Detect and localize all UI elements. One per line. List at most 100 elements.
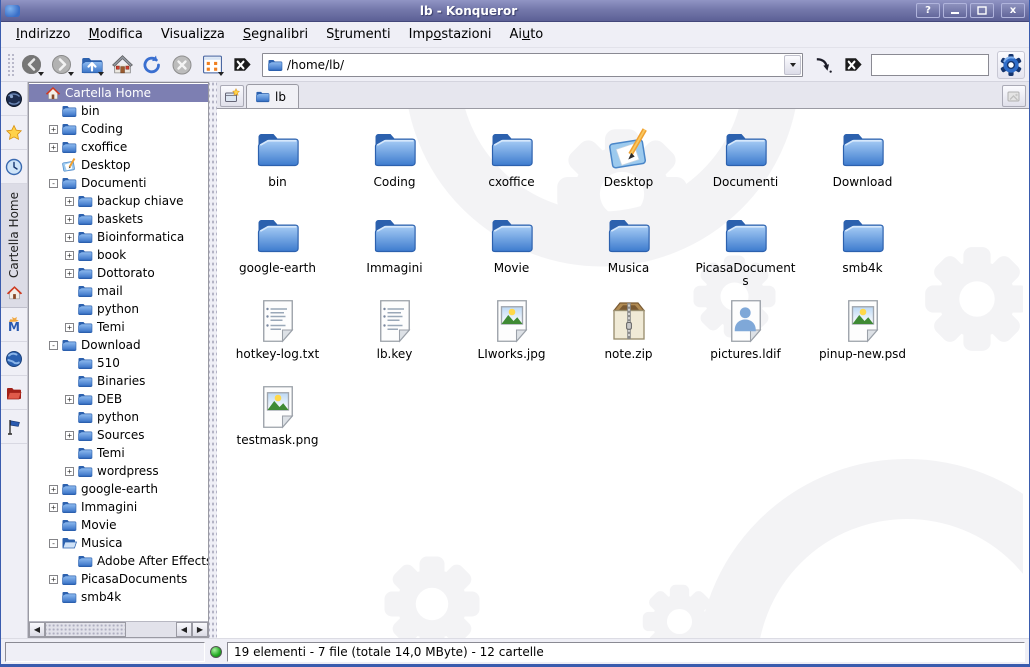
tree-expander[interactable]: + <box>65 251 74 260</box>
back-button[interactable] <box>18 51 46 79</box>
help-button[interactable]: ? <box>916 3 940 18</box>
file-item-note-zip[interactable]: note.zip <box>570 293 687 379</box>
scrollbar-track[interactable] <box>45 622 176 637</box>
tree-expander[interactable]: + <box>65 215 74 224</box>
file-item-coding[interactable]: Coding <box>336 121 453 207</box>
file-item-hotkey-log-txt[interactable]: hotkey-log.txt <box>219 293 336 379</box>
tree-expander[interactable]: + <box>65 467 74 476</box>
tree-expander[interactable]: + <box>49 143 58 152</box>
sidebar-tab-services[interactable] <box>1 410 27 444</box>
scroll-right-button[interactable]: ▶ <box>192 622 208 637</box>
clear-location-button[interactable] <box>228 51 256 79</box>
tree-expander[interactable]: + <box>65 197 74 206</box>
tree-expander[interactable]: - <box>49 539 58 548</box>
clear-search-button[interactable] <box>839 51 867 79</box>
tree-item-documenti[interactable]: -Documenti <box>29 174 208 192</box>
tree-expander[interactable]: + <box>65 395 74 404</box>
tree-expander[interactable]: - <box>49 179 58 188</box>
file-item-immagini[interactable]: Immagini <box>336 207 453 293</box>
search-input[interactable] <box>871 54 989 76</box>
menu-aiuto[interactable]: Aiuto <box>500 23 552 46</box>
tree-item-temi[interactable]: Temi <box>29 444 208 462</box>
file-item-pictures-ldif[interactable]: pictures.ldif <box>687 293 804 379</box>
tree-item-cxoffice[interactable]: +cxoffice <box>29 138 208 156</box>
tree-item-coding[interactable]: +Coding <box>29 120 208 138</box>
close-button[interactable]: x <box>1001 3 1025 18</box>
minimize-button[interactable] <box>943 3 967 18</box>
file-item-testmask-png[interactable]: testmask.png <box>219 379 336 465</box>
tree-item-desktop[interactable]: Desktop <box>29 156 208 174</box>
tree-item-temi[interactable]: +Temi <box>29 318 208 336</box>
maximize-button[interactable] <box>970 3 994 18</box>
tree-item-510[interactable]: 510 <box>29 354 208 372</box>
scroll-left-button[interactable]: ◀ <box>29 622 45 637</box>
tree-expander[interactable]: + <box>49 485 58 494</box>
scrollbar-grip[interactable] <box>45 622 126 637</box>
tree-item-backup-chiave[interactable]: +backup chiave <box>29 192 208 210</box>
tree-expander[interactable]: - <box>49 341 58 350</box>
sidebar-tab-metabar[interactable] <box>1 308 27 342</box>
file-item-google-earth[interactable]: google-earth <box>219 207 336 293</box>
sidebar-tab-web[interactable] <box>1 82 27 116</box>
tree-expander[interactable]: + <box>65 269 74 278</box>
forward-button[interactable] <box>48 51 76 79</box>
close-tab-button[interactable] <box>1002 85 1026 107</box>
menu-segnalibri[interactable]: Segnalibri <box>234 23 317 46</box>
file-item-download[interactable]: Download <box>804 121 921 207</box>
file-item-liworks-jpg[interactable]: LIworks.jpg <box>453 293 570 379</box>
tree-item-sources[interactable]: +Sources <box>29 426 208 444</box>
tree-item-picasadocuments[interactable]: +PicasaDocuments <box>29 570 208 588</box>
go-button[interactable] <box>809 51 837 79</box>
reload-button[interactable] <box>138 51 166 79</box>
file-item-smb4k[interactable]: smb4k <box>804 207 921 293</box>
location-dropdown-button[interactable] <box>784 55 801 75</box>
sidebar-tab-bookmarks[interactable] <box>1 116 27 150</box>
file-item-documenti[interactable]: Documenti <box>687 121 804 207</box>
tree-item-musica[interactable]: -Musica <box>29 534 208 552</box>
file-item-pinup-new-psd[interactable]: pinup-new.psd <box>804 293 921 379</box>
up-button[interactable] <box>78 51 106 79</box>
toolbar-handle[interactable] <box>7 53 14 77</box>
file-item-bin[interactable]: bin <box>219 121 336 207</box>
file-item-lb-key[interactable]: lb.key <box>336 293 453 379</box>
sidebar-tab-root[interactable] <box>1 376 27 410</box>
tree-item-google-earth[interactable]: +google-earth <box>29 480 208 498</box>
tree-expander[interactable]: + <box>65 323 74 332</box>
tree-item-book[interactable]: +book <box>29 246 208 264</box>
tree-item-cartella-home[interactable]: Cartella Home <box>29 84 208 102</box>
scroll-left-button-2[interactable]: ◀ <box>176 622 192 637</box>
menu-visualizza[interactable]: Visualizza <box>152 23 234 46</box>
sidebar-tab-home-active[interactable]: Cartella Home <box>1 184 27 308</box>
tab-lb[interactable]: lb <box>246 84 299 108</box>
panel-splitter[interactable] <box>209 82 217 638</box>
view-mode-button[interactable] <box>198 51 226 79</box>
sidebar-tab-network[interactable] <box>1 342 27 376</box>
tree-item-python[interactable]: python <box>29 408 208 426</box>
tree-item-bioinformatica[interactable]: +Bioinformatica <box>29 228 208 246</box>
menu-modifica[interactable]: Modifica <box>80 23 152 46</box>
file-item-picasadocuments[interactable]: PicasaDocuments <box>687 207 804 293</box>
file-item-desktop[interactable]: Desktop <box>570 121 687 207</box>
stop-button[interactable] <box>168 51 196 79</box>
new-tab-button[interactable] <box>220 85 244 107</box>
title-bar[interactable]: lb - Konqueror ? x <box>1 0 1029 22</box>
menu-impostazioni[interactable]: Impostazioni <box>400 23 501 46</box>
menu-strumenti[interactable]: Strumenti <box>317 23 400 46</box>
tree-item-smb4k[interactable]: smb4k <box>29 588 208 606</box>
tree-item-wordpress[interactable]: +wordpress <box>29 462 208 480</box>
tree-item-bin[interactable]: bin <box>29 102 208 120</box>
tree-item-adobe-after-effects-7[interactable]: Adobe After Effects 7 <box>29 552 208 570</box>
tree-horizontal-scrollbar[interactable]: ◀ ◀ ▶ <box>29 621 208 637</box>
tree-expander[interactable]: + <box>49 575 58 584</box>
tree-expander[interactable]: + <box>65 431 74 440</box>
tree-item-binaries[interactable]: Binaries <box>29 372 208 390</box>
tree-item-python[interactable]: python <box>29 300 208 318</box>
tree-item-baskets[interactable]: +baskets <box>29 210 208 228</box>
tree-item-dottorato[interactable]: +Dottorato <box>29 264 208 282</box>
tree-item-mail[interactable]: mail <box>29 282 208 300</box>
tree-expander[interactable]: + <box>65 233 74 242</box>
file-item-musica[interactable]: Musica <box>570 207 687 293</box>
tree-item-deb[interactable]: +DEB <box>29 390 208 408</box>
location-input[interactable] <box>287 58 784 72</box>
tree-item-immagini[interactable]: +Immagini <box>29 498 208 516</box>
